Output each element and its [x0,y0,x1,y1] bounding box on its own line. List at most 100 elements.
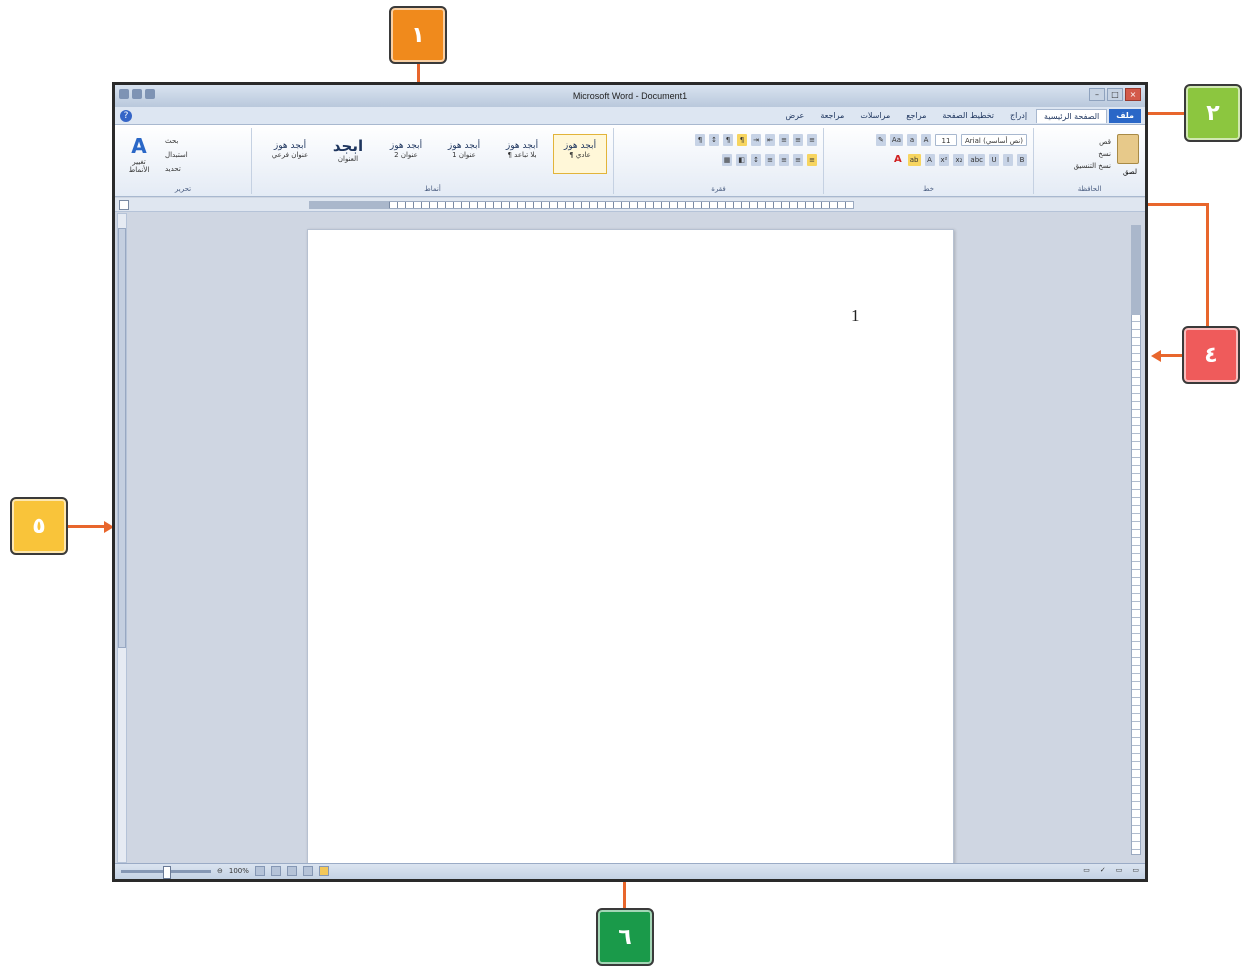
callout-4-arrow-side [1160,354,1182,357]
change-styles-label: تغيير الأنماط [128,158,150,174]
zoom-level[interactable]: 100% [229,867,249,875]
cut-button[interactable]: قص [1074,136,1111,148]
align-center-icon[interactable]: ≡ [793,154,803,166]
tab-home[interactable]: الصفحة الرئيسية [1036,109,1108,123]
draft-view-icon[interactable] [254,866,265,876]
callout-1: ١ [389,6,447,64]
style-subtitle-name: عنوان فرعي [271,151,309,159]
zoom-slider[interactable] [121,865,211,879]
borders-icon[interactable]: ▦ [721,154,733,166]
justify-icon[interactable]: ≡ [765,154,775,166]
format-painter-button[interactable]: نسخ التنسيق [1074,160,1111,172]
change-styles-button[interactable]: A تغيير الأنماط [121,134,157,174]
style-heading-2[interactable]: أبجد هوز عنوان 2 [379,134,433,174]
clipboard-commands: قص نسخ نسخ التنسيق [1074,136,1111,172]
document-page[interactable]: 1 [307,229,954,869]
bold-icon[interactable]: B [1017,154,1027,166]
tab-references[interactable]: مراجع [899,109,933,123]
find-button[interactable]: بحث [165,134,188,148]
callout-1-label: ١ [411,22,425,48]
undo-icon[interactable] [145,89,155,99]
title-bar: Microsoft Word - Document1 – □ × [115,85,1145,107]
close-icon[interactable]: × [1125,88,1141,101]
style-title-sample: ابجد [332,137,364,155]
clipboard-group: قص نسخ نسخ التنسيق لصق الحافظة [1033,128,1145,194]
subscript-icon[interactable]: x₂ [953,154,965,166]
rtl-icon[interactable]: ¶ [737,134,747,146]
print-layout-icon[interactable] [318,866,329,876]
horizontal-ruler [115,198,1145,212]
copy-button[interactable]: نسخ [1074,148,1111,160]
paste-label[interactable]: لصق [1123,168,1137,176]
strikethrough-icon[interactable]: abc [968,154,985,166]
grow-font-icon[interactable]: A [921,134,931,146]
word-logo-icon[interactable] [119,89,129,99]
numbering-icon[interactable]: ≡ [793,134,803,146]
page-indicator-icon[interactable]: ▭ [1132,866,1139,874]
clear-format-icon[interactable]: ✎ [875,134,886,146]
tab-review[interactable]: مراجعة [813,109,851,123]
editing-commands: بحث استبدال تحديد [165,134,188,176]
font-name-field[interactable]: Arial (نص أساسي) [961,134,1027,146]
language-indicator-icon[interactable]: ▭ [1083,866,1090,874]
vertical-scrollbar[interactable] [117,213,127,863]
shading-icon[interactable]: ◧ [736,154,747,166]
save-icon[interactable] [132,89,142,99]
web-layout-icon[interactable] [286,866,297,876]
increase-indent-icon[interactable]: ⇥ [751,134,761,146]
full-screen-view-icon[interactable] [302,866,313,876]
tab-insert[interactable]: إدراج [1003,109,1034,123]
proofing-icon[interactable]: ✓ [1100,866,1106,874]
word-count-indicator-icon[interactable]: ▭ [1116,866,1123,874]
align-right-icon[interactable]: ≡ [807,154,817,166]
outline-view-icon[interactable] [270,866,281,876]
paste-icon[interactable] [1117,134,1139,164]
decrease-indent-icon[interactable]: ⇤ [765,134,775,146]
callout-6-label: ٦ [618,924,632,950]
tab-file[interactable]: ملف [1109,109,1141,123]
align-left-icon[interactable]: ≡ [779,154,789,166]
tab-view[interactable]: عرض [778,109,811,123]
ruler-track[interactable] [309,201,854,209]
ruler-left-margin [309,201,389,209]
callout-6-arrow [623,880,626,908]
style-heading-2-name: عنوان 2 [394,151,418,159]
replace-button[interactable]: استبدال [165,148,188,162]
highlight-icon[interactable]: ab [907,154,921,166]
style-subtitle[interactable]: أبجد هوز عنوان فرعي [263,134,317,174]
select-button[interactable]: تحديد [165,162,188,176]
style-normal[interactable]: أبجد هوز ¶ عادي [553,134,607,174]
change-case-icon[interactable]: Aa [889,134,903,146]
shrink-font-icon[interactable]: a [907,134,917,146]
tab-mailings[interactable]: مراسلات [853,109,897,123]
style-no-spacing[interactable]: أبجد هوز ¶ بلا تباعد [495,134,549,174]
zoom-out-icon[interactable]: ⊖ [217,867,223,875]
maximize-icon[interactable]: □ [1107,88,1123,101]
minimize-icon[interactable]: – [1089,88,1105,101]
italic-icon[interactable]: I [1003,154,1013,166]
status-bar: ⊖ 100% ▭ ✓ ▭ ▭ [115,863,1145,879]
help-icon[interactable]: ? [120,110,132,122]
callout-5-label: ٥ [32,513,46,539]
text-effects-icon[interactable]: A [924,154,935,166]
tab-selector-icon[interactable] [119,200,129,210]
bullets-icon[interactable]: ≡ [807,134,817,146]
multilevel-list-icon[interactable]: ≡ [779,134,789,146]
underline-icon[interactable]: U [989,154,999,166]
scrollbar-thumb[interactable] [118,228,126,648]
style-title[interactable]: ابجد العنوان [321,134,375,174]
show-marks-icon[interactable]: ¶ [695,134,705,146]
style-no-spacing-sample: أبجد هوز [505,141,539,151]
sort-icon[interactable]: ↕ [709,134,719,146]
style-no-spacing-name: ¶ بلا تباعد [507,151,537,159]
style-heading-1[interactable]: أبجد هوز عنوان 1 [437,134,491,174]
superscript-icon[interactable]: x² [938,154,950,166]
vertical-ruler-margin [1131,225,1141,315]
font-color-icon[interactable]: A [892,154,904,166]
tab-page-layout[interactable]: تخطيط الصفحة [935,109,1001,123]
ribbon: قص نسخ نسخ التنسيق لصق الحافظة Arial (نص… [115,125,1145,197]
font-size-field[interactable]: 11 [935,134,957,146]
editing-group: A تغيير الأنماط بحث استبدال تحديد تحرير [115,128,251,194]
line-spacing-icon[interactable]: ↕ [751,154,761,166]
ltr-icon[interactable]: ¶ [723,134,733,146]
